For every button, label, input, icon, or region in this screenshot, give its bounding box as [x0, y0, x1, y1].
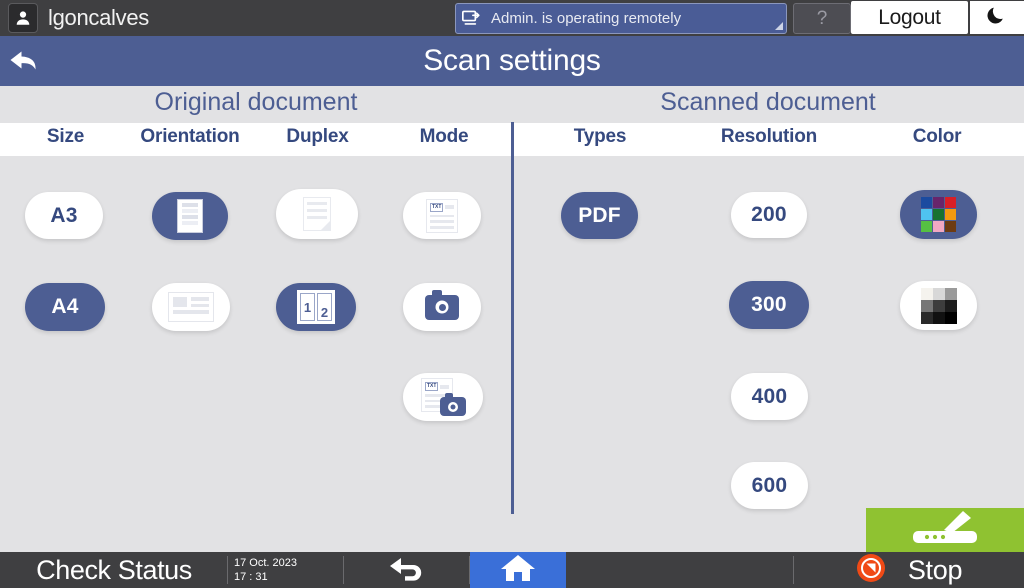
moon-icon	[987, 4, 1007, 31]
column-header-orientation: Orientation	[140, 126, 240, 147]
size-option-a4[interactable]: A4	[25, 283, 105, 331]
resolution-option-300[interactable]: 300	[729, 281, 809, 329]
remote-screen-icon	[462, 10, 482, 27]
color-option-grayscale[interactable]	[900, 281, 977, 330]
person-icon	[8, 3, 38, 33]
type-option-pdf-label: PDF	[578, 203, 621, 227]
color-swatch-icon	[920, 196, 957, 233]
title-bar: Scan settings	[0, 36, 1024, 86]
size-option-a3-label: A3	[50, 203, 78, 227]
duplex-option-double-sided[interactable]: 1 2	[276, 283, 356, 331]
scan-settings-screen: lgoncalves Admin. is operating remotely …	[0, 0, 1024, 588]
column-header-color: Color	[912, 126, 962, 147]
home-icon	[499, 553, 537, 588]
home-button[interactable]	[470, 552, 566, 588]
check-status-label: Check Status	[36, 554, 192, 585]
page-title: Scan settings	[423, 44, 601, 77]
dropdown-corner-icon	[775, 22, 783, 30]
bottom-spacer	[566, 552, 794, 588]
duplex-page-1: 1	[300, 293, 315, 321]
duplex-page-2: 2	[317, 293, 332, 321]
back-arrow-icon[interactable]	[4, 42, 44, 80]
section-title-original: Original document	[154, 88, 358, 116]
remote-status-dropdown[interactable]: Admin. is operating remotely	[455, 3, 787, 34]
document-portrait-icon	[177, 199, 203, 233]
check-status-button[interactable]: Check Status	[0, 552, 228, 588]
resolution-option-400[interactable]: 400	[731, 373, 808, 420]
document-landscape-icon	[168, 292, 214, 322]
help-label: ?	[816, 7, 828, 29]
text-document-icon: TXT	[426, 198, 458, 233]
stop-icon	[856, 553, 886, 588]
remote-status-label: Admin. is operating remotely	[491, 10, 682, 27]
column-header-duplex: Duplex	[286, 126, 349, 147]
mode-text-badge: TXT	[430, 202, 444, 212]
time-label: 17 : 31	[234, 571, 268, 583]
color-option-full-color[interactable]	[900, 190, 977, 239]
help-button[interactable]: ?	[793, 3, 851, 34]
logout-button[interactable]: Logout	[851, 1, 968, 34]
user-chip[interactable]: lgoncalves	[8, 3, 149, 33]
undo-arrow-icon	[387, 555, 427, 586]
duplex-option-single-sided[interactable]	[276, 189, 358, 239]
single-sided-icon	[303, 197, 331, 231]
username-label: lgoncalves	[48, 5, 149, 30]
photo-camera-icon	[425, 289, 459, 320]
section-divider	[511, 122, 514, 514]
size-option-a3[interactable]: A3	[25, 192, 103, 239]
top-bar: lgoncalves Admin. is operating remotely …	[0, 0, 1024, 36]
mode-option-text-and-photo[interactable]: TXT	[403, 373, 483, 421]
start-scan-button[interactable]	[866, 508, 1024, 552]
column-header-types: Types	[573, 126, 627, 147]
stop-label: Stop	[907, 554, 963, 585]
double-sided-icon: 1 2	[297, 290, 335, 324]
resolution-option-600[interactable]: 600	[731, 462, 808, 509]
bottom-bar: Check Status 17 Oct. 2023 17 : 31 Stop	[0, 552, 1024, 588]
column-header-resolution: Resolution	[720, 126, 818, 147]
resolution-option-600-label: 600	[751, 473, 788, 497]
scanner-icon	[897, 510, 993, 550]
mode-option-text[interactable]: TXT	[403, 192, 481, 239]
undo-button[interactable]	[344, 552, 470, 588]
section-title-scanned: Scanned document	[660, 88, 876, 116]
resolution-option-200[interactable]: 200	[731, 192, 807, 238]
orientation-option-landscape[interactable]	[152, 283, 230, 331]
resolution-option-400-label: 400	[751, 384, 788, 408]
column-header-mode: Mode	[419, 126, 469, 147]
grayscale-swatch-icon	[920, 287, 957, 324]
resolution-option-200-label: 200	[751, 203, 787, 226]
mixed-text-badge: TXT	[425, 382, 439, 391]
orientation-option-portrait[interactable]	[152, 192, 228, 240]
datetime-display: 17 Oct. 2023 17 : 31	[228, 552, 344, 588]
stop-button[interactable]: Stop	[794, 552, 1024, 588]
column-header-size: Size	[46, 126, 85, 147]
resolution-option-300-label: 300	[751, 293, 787, 316]
logout-label: Logout	[878, 5, 941, 29]
sleep-mode-button[interactable]	[970, 1, 1024, 34]
type-option-pdf[interactable]: PDF	[561, 192, 638, 239]
date-label: 17 Oct. 2023	[234, 557, 297, 569]
size-option-a4-label: A4	[51, 295, 79, 318]
mode-option-photo[interactable]	[403, 283, 481, 331]
text-and-photo-icon: TXT	[421, 378, 466, 416]
